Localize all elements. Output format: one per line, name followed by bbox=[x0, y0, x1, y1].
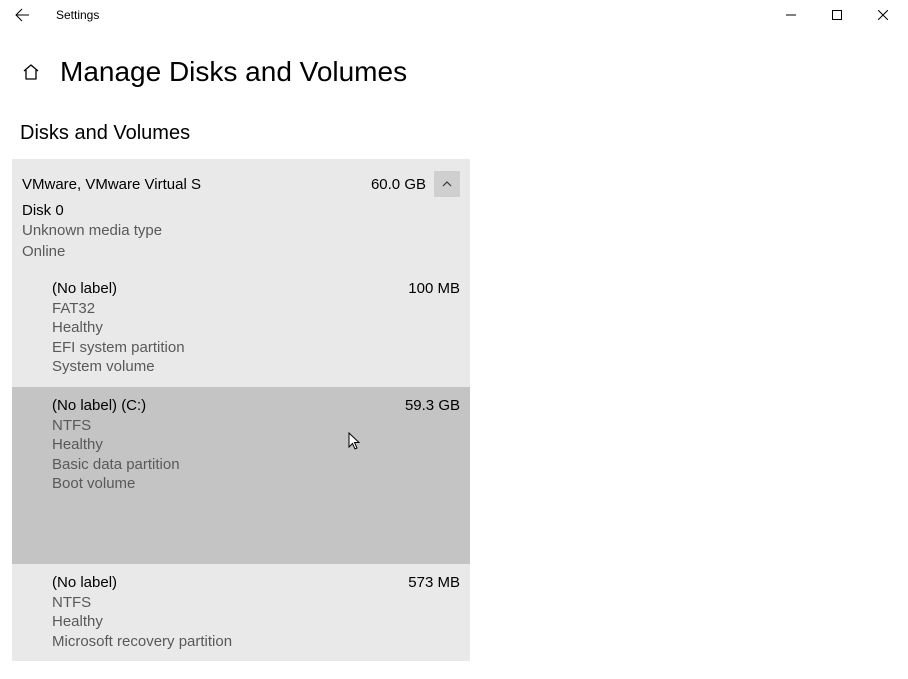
disk-row[interactable]: VMware, VMware Virtual S 60.0 GB Disk 0 … bbox=[12, 159, 470, 270]
volume-size: 100 MB bbox=[408, 280, 460, 297]
volume-row[interactable]: (No label) 100 MB FAT32 Healthy EFI syst… bbox=[12, 270, 470, 387]
minimize-icon bbox=[786, 10, 796, 20]
volume-size: 573 MB bbox=[408, 574, 460, 591]
maximize-icon bbox=[832, 10, 842, 20]
home-button[interactable] bbox=[20, 61, 42, 83]
volume-health: Healthy bbox=[52, 318, 460, 338]
volume-type: Microsoft recovery partition bbox=[52, 632, 460, 652]
volume-role: System volume bbox=[52, 357, 460, 377]
volume-role: Boot volume bbox=[52, 474, 460, 494]
volume-type: Basic data partition bbox=[52, 455, 460, 475]
minimize-button[interactable] bbox=[768, 0, 814, 30]
page-title: Manage Disks and Volumes bbox=[60, 56, 407, 88]
disk-media-type: Unknown media type bbox=[22, 221, 460, 241]
page-header: Manage Disks and Volumes bbox=[0, 30, 908, 88]
window-title: Settings bbox=[56, 8, 99, 22]
volume-size: 59.3 GB bbox=[405, 397, 460, 414]
volume-row[interactable]: (No label) 573 MB NTFS Healthy Microsoft… bbox=[12, 564, 470, 662]
collapse-button[interactable] bbox=[434, 171, 460, 197]
disk-id: Disk 0 bbox=[22, 201, 460, 221]
volume-name: (No label) bbox=[52, 280, 408, 297]
close-button[interactable] bbox=[860, 0, 906, 30]
back-arrow-icon bbox=[14, 7, 30, 23]
volume-health: Healthy bbox=[52, 612, 460, 632]
volume-filesystem: NTFS bbox=[52, 593, 460, 613]
maximize-button[interactable] bbox=[814, 0, 860, 30]
disks-panel: VMware, VMware Virtual S 60.0 GB Disk 0 … bbox=[12, 159, 470, 661]
volume-health: Healthy bbox=[52, 435, 460, 455]
section-heading: Disks and Volumes bbox=[20, 122, 908, 145]
close-icon bbox=[878, 10, 888, 20]
chevron-up-icon bbox=[441, 178, 453, 190]
volume-type: EFI system partition bbox=[52, 338, 460, 358]
home-icon bbox=[21, 62, 41, 82]
volume-row[interactable]: (No label) (C:) 59.3 GB NTFS Healthy Bas… bbox=[12, 387, 470, 564]
disk-size: 60.0 GB bbox=[371, 176, 426, 193]
disk-status: Online bbox=[22, 242, 460, 262]
back-button[interactable] bbox=[2, 0, 42, 30]
titlebar: Settings bbox=[0, 0, 908, 30]
volume-name: (No label) (C:) bbox=[52, 397, 405, 414]
volume-filesystem: NTFS bbox=[52, 416, 460, 436]
disk-name: VMware, VMware Virtual S bbox=[22, 176, 371, 193]
volume-name: (No label) bbox=[52, 574, 408, 591]
volume-filesystem: FAT32 bbox=[52, 299, 460, 319]
